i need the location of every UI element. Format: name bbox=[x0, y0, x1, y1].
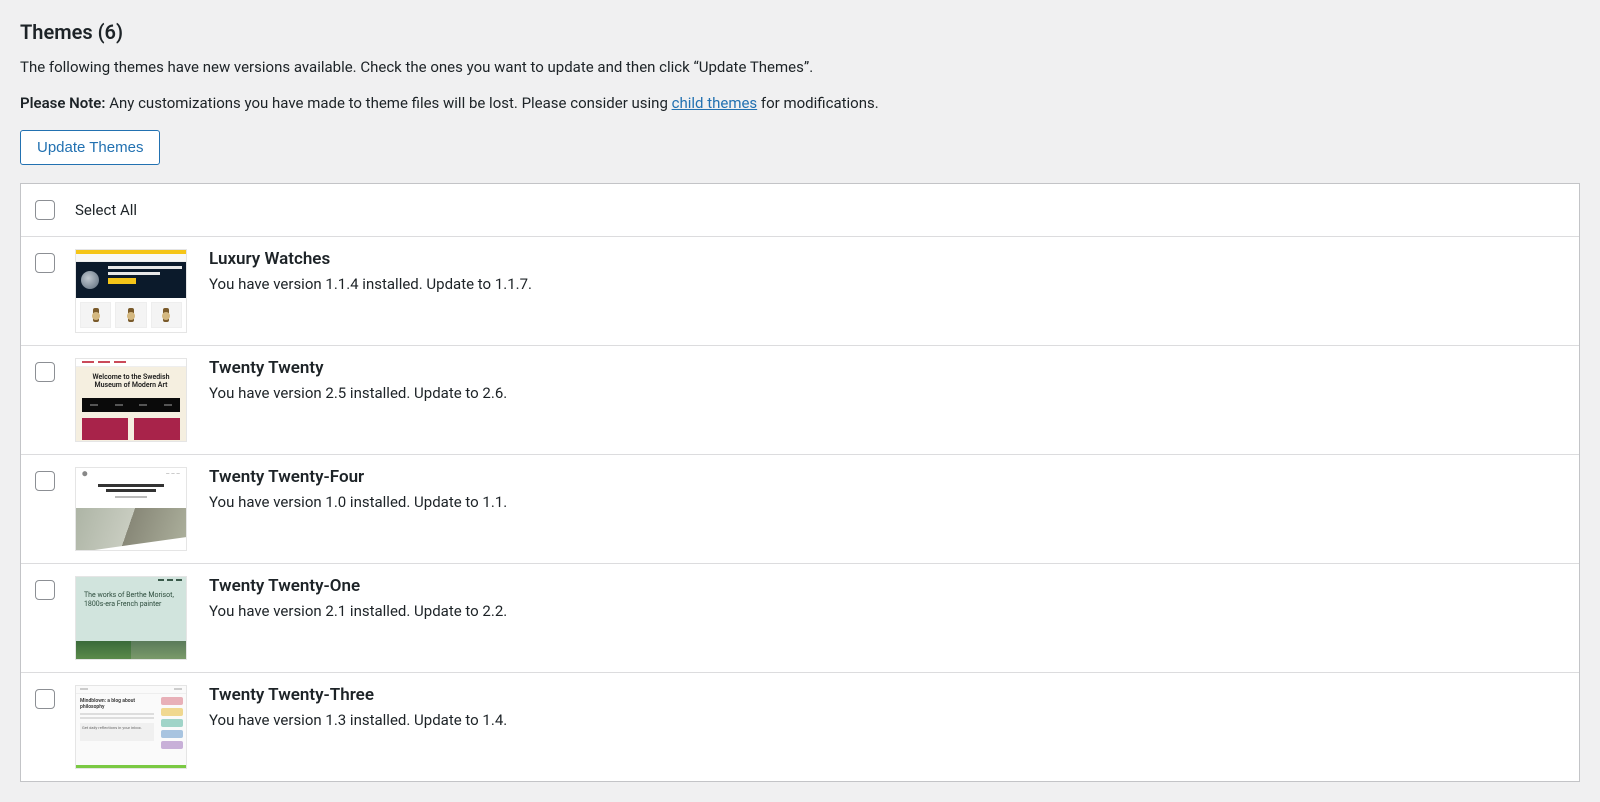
theme-name: Twenty Twenty-Three bbox=[209, 685, 1565, 705]
note-text-before: Any customizations you have made to them… bbox=[105, 94, 671, 112]
select-all-checkbox[interactable] bbox=[35, 200, 55, 220]
theme-checkbox[interactable] bbox=[35, 580, 55, 600]
update-themes-button[interactable]: Update Themes bbox=[20, 130, 160, 165]
theme-checkbox[interactable] bbox=[35, 471, 55, 491]
select-all-row: Select All bbox=[21, 184, 1579, 237]
theme-version-text: You have version 1.1.4 installed. Update… bbox=[209, 275, 1565, 293]
theme-thumbnail: ⬤— — — bbox=[75, 467, 187, 551]
theme-name: Luxury Watches bbox=[209, 249, 1565, 269]
theme-row: Luxury Watches You have version 1.1.4 in… bbox=[21, 237, 1579, 346]
note-prefix: Please Note: bbox=[20, 94, 105, 112]
themes-heading: Themes (6) bbox=[20, 20, 1580, 44]
theme-row: ⬤— — — Twenty Twenty-Four You have versi… bbox=[21, 455, 1579, 564]
theme-thumbnail bbox=[75, 249, 187, 333]
theme-row: The works of Berthe Morisot, 1800s-era F… bbox=[21, 564, 1579, 673]
theme-thumbnail: The works of Berthe Morisot, 1800s-era F… bbox=[75, 576, 187, 660]
theme-row: Mindblown: a blog about philosophy Get d… bbox=[21, 673, 1579, 781]
theme-name: Twenty Twenty bbox=[209, 358, 1565, 378]
child-themes-link[interactable]: child themes bbox=[672, 94, 758, 112]
theme-version-text: You have version 2.1 installed. Update t… bbox=[209, 602, 1565, 620]
theme-thumbnail: Welcome to the Swedish Museum of Modern … bbox=[75, 358, 187, 442]
theme-thumbnail: Mindblown: a blog about philosophy Get d… bbox=[75, 685, 187, 769]
themes-table: Select All bbox=[20, 183, 1580, 782]
theme-checkbox[interactable] bbox=[35, 253, 55, 273]
theme-version-text: You have version 2.5 installed. Update t… bbox=[209, 384, 1565, 402]
theme-row: Welcome to the Swedish Museum of Modern … bbox=[21, 346, 1579, 455]
select-all-label: Select All bbox=[75, 201, 137, 219]
theme-version-text: You have version 1.3 installed. Update t… bbox=[209, 711, 1565, 729]
intro-text: The following themes have new versions a… bbox=[20, 58, 1580, 76]
theme-version-text: You have version 1.0 installed. Update t… bbox=[209, 493, 1565, 511]
theme-name: Twenty Twenty-Four bbox=[209, 467, 1565, 487]
theme-name: Twenty Twenty-One bbox=[209, 576, 1565, 596]
note-text: Please Note: Any customizations you have… bbox=[20, 94, 1580, 112]
theme-checkbox[interactable] bbox=[35, 362, 55, 382]
theme-checkbox[interactable] bbox=[35, 689, 55, 709]
note-text-after: for modifications. bbox=[757, 94, 879, 112]
